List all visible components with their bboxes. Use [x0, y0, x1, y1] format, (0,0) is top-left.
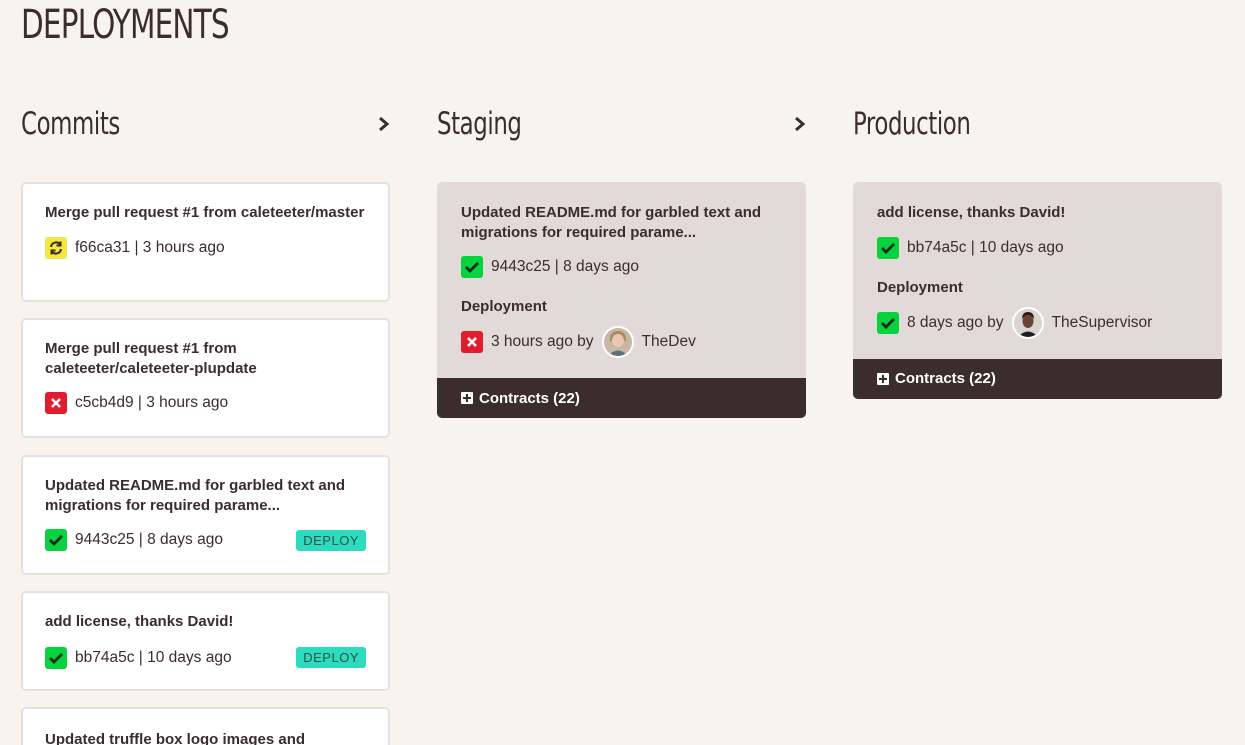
commit-card[interactable]: add license, thanks David! bb74a5c | 10 … — [21, 591, 390, 691]
staging-commit-meta: 9443c25 | 8 days ago — [491, 258, 639, 275]
chevron-right-icon[interactable] — [794, 116, 806, 132]
commit-meta: bb74a5c | 10 days ago — [75, 648, 232, 666]
deployment-time: 8 days ago by — [907, 313, 1004, 331]
check-icon — [45, 646, 67, 669]
commit-message: Merge pull request #1 from caleteeter/ma… — [45, 204, 365, 221]
deployment-user[interactable]: TheDev — [642, 333, 696, 351]
staging-title: Staging — [437, 106, 522, 142]
commit-card[interactable]: Merge pull request #1 from caleteeter/ma… — [21, 182, 390, 302]
staging-commit-message: Updated README.md for garbled text and m… — [461, 204, 762, 241]
plus-square-icon — [877, 372, 889, 385]
staging-header: Staging — [437, 100, 806, 148]
deployment-time: 3 hours ago by — [491, 333, 594, 350]
plus-square-icon — [461, 392, 473, 404]
check-icon — [877, 311, 899, 334]
deploy-button[interactable]: DEPLOY — [296, 647, 366, 668]
x-icon — [45, 392, 67, 414]
commits-title: Commits — [21, 106, 120, 142]
commit-message: Merge pull request #1 from caleteeter/ca… — [45, 340, 257, 377]
commits-header: Commits — [21, 100, 390, 148]
production-card: add license, thanks David! bb74a5c | 10 … — [853, 182, 1222, 399]
deployment-label: Deployment — [877, 278, 963, 296]
page-title: DEPLOYMENTS — [21, 2, 230, 48]
commit-message: add license, thanks David! — [45, 613, 234, 630]
check-icon — [877, 236, 899, 259]
commit-meta: c5cb4d9 | 3 hours ago — [75, 394, 229, 411]
production-column: Production add license, thanks David! bb… — [853, 100, 1222, 399]
contracts-toggle[interactable]: Contracts (22) — [437, 378, 806, 418]
refresh-icon — [45, 236, 67, 259]
commit-message: Updated truffle box logo images and — [45, 731, 306, 745]
check-icon — [461, 256, 483, 278]
staging-column: Staging Updated README.md for garbled te… — [437, 100, 806, 418]
avatar[interactable] — [601, 326, 634, 358]
commit-card[interactable]: Updated README.md for garbled text and m… — [21, 455, 390, 575]
commit-meta: 9443c25 | 8 days ago — [75, 531, 223, 548]
production-title: Production — [853, 106, 971, 142]
deployment-user[interactable]: TheSupervisor — [1052, 314, 1153, 332]
commit-message: Updated README.md for garbled text and m… — [45, 477, 346, 514]
contracts-label: Contracts (22) — [479, 389, 580, 407]
production-commit-meta: bb74a5c | 10 days ago — [907, 238, 1064, 256]
production-header: Production — [853, 100, 1222, 148]
commit-card[interactable]: Merge pull request #1 from caleteeter/ca… — [21, 318, 390, 438]
staging-card: Updated README.md for garbled text and m… — [437, 182, 806, 418]
production-commit-message: add license, thanks David! — [877, 204, 1066, 221]
commits-column: Commits Merge pull request #1 from calet… — [21, 100, 390, 745]
commit-card[interactable]: Updated truffle box logo images and — [21, 707, 390, 745]
deployment-label: Deployment — [461, 298, 547, 315]
contracts-label: Contracts (22) — [895, 370, 996, 387]
avatar[interactable] — [1011, 306, 1044, 339]
chevron-right-icon[interactable] — [378, 116, 390, 132]
commit-meta: f66ca31 | 3 hours ago — [75, 238, 225, 256]
deploy-button[interactable]: DEPLOY — [296, 529, 366, 551]
check-icon — [45, 529, 67, 551]
contracts-toggle[interactable]: Contracts (22) — [853, 358, 1222, 399]
x-icon — [461, 331, 483, 353]
